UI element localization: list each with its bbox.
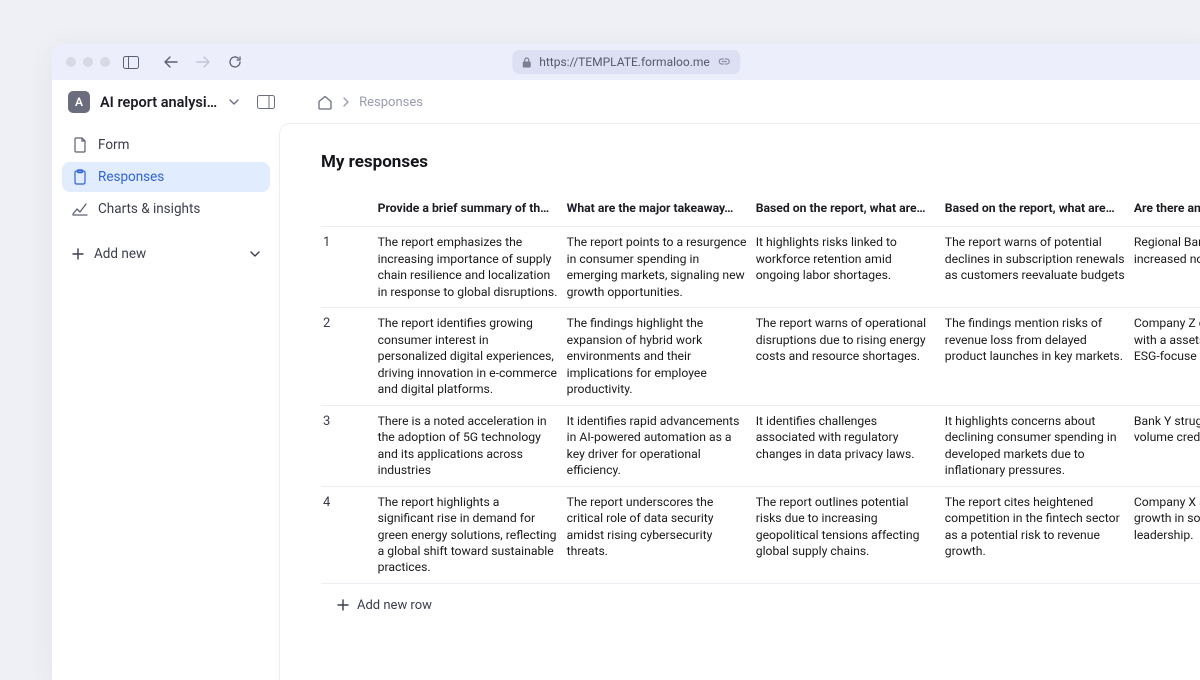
responses-table-wrap: Provide a brief summary of th… What are … bbox=[321, 190, 1200, 613]
back-icon[interactable] bbox=[162, 53, 180, 71]
table-row[interactable]: 1 The report emphasizes the increasing i… bbox=[321, 227, 1200, 308]
browser-window: https://TEMPLATE.formaloo.me A AI report… bbox=[52, 44, 1200, 680]
window-close-dot[interactable] bbox=[66, 57, 76, 67]
cell[interactable]: Company Z outper competitors with a asse… bbox=[1132, 308, 1200, 405]
cell[interactable]: The report emphasizes the increasing imp… bbox=[376, 227, 565, 308]
browser-nav bbox=[162, 53, 244, 71]
sidebar-toggle-icon[interactable] bbox=[122, 53, 140, 71]
plus-icon bbox=[72, 248, 84, 260]
browser-chrome: https://TEMPLATE.formaloo.me bbox=[52, 44, 1200, 80]
cell[interactable]: It highlights concerns about declining c… bbox=[943, 405, 1132, 486]
app-title: AI report analysi… bbox=[100, 94, 217, 111]
app-header: A AI report analysi… Responses bbox=[52, 80, 1200, 124]
table-row[interactable]: 3 There is a noted acceleration in the a… bbox=[321, 405, 1200, 486]
cell[interactable]: The report underscores the critical role… bbox=[565, 486, 754, 583]
app-body: A AI report analysi… Responses bbox=[52, 80, 1200, 680]
form-icon bbox=[72, 137, 88, 153]
panel-right-icon[interactable] bbox=[255, 93, 277, 111]
url-text: https://TEMPLATE.formaloo.me bbox=[539, 55, 710, 69]
cell[interactable]: It highlights risks linked to workforce … bbox=[754, 227, 943, 308]
sidebar: Form Responses Charts & insights bbox=[52, 124, 280, 680]
table-header-row: Provide a brief summary of th… What are … bbox=[321, 190, 1200, 227]
row-number: 3 bbox=[321, 405, 376, 486]
clipboard-icon bbox=[72, 169, 88, 185]
row-number: 4 bbox=[321, 486, 376, 583]
column-header[interactable]: Based on the report, what are… bbox=[754, 190, 943, 227]
link-icon bbox=[718, 56, 730, 68]
plus-icon bbox=[337, 599, 349, 611]
chevron-right-icon bbox=[343, 97, 349, 107]
table-row[interactable]: 4 The report highlights a significant ri… bbox=[321, 486, 1200, 583]
row-number: 1 bbox=[321, 227, 376, 308]
url-bar[interactable]: https://TEMPLATE.formaloo.me bbox=[512, 50, 740, 74]
main-panel: My responses Provide a brief summary of … bbox=[280, 124, 1200, 680]
chevron-down-icon[interactable] bbox=[229, 99, 239, 106]
window-min-dot[interactable] bbox=[83, 57, 93, 67]
cell[interactable]: The findings highlight the expansion of … bbox=[565, 308, 754, 405]
breadcrumb: Responses bbox=[317, 95, 423, 110]
table-row[interactable]: 2 The report identifies growing consumer… bbox=[321, 308, 1200, 405]
home-icon[interactable] bbox=[317, 95, 333, 110]
cell[interactable]: The findings mention risks of revenue lo… bbox=[943, 308, 1132, 405]
chart-icon bbox=[72, 201, 88, 217]
column-header[interactable]: Are there any finan… bbox=[1132, 190, 1200, 227]
cell[interactable]: Regional Bank A fa from increased nor lo… bbox=[1132, 227, 1200, 308]
sidebar-item-charts[interactable]: Charts & insights bbox=[62, 194, 270, 224]
add-row-button[interactable]: Add new row bbox=[321, 584, 1200, 613]
app-logo: A bbox=[68, 91, 90, 113]
window-controls bbox=[66, 57, 110, 67]
lock-icon bbox=[522, 57, 531, 68]
page-title: My responses bbox=[321, 152, 1200, 172]
cell[interactable]: The report warns of potential declines i… bbox=[943, 227, 1132, 308]
sidebar-add-label: Add new bbox=[94, 246, 146, 262]
window-max-dot[interactable] bbox=[100, 57, 110, 67]
sidebar-item-form[interactable]: Form bbox=[62, 130, 270, 160]
sidebar-add-new[interactable]: Add new bbox=[62, 236, 270, 272]
sidebar-item-label: Form bbox=[98, 137, 129, 153]
add-row-label: Add new row bbox=[357, 598, 432, 613]
cell[interactable]: The report identifies growing consumer i… bbox=[376, 308, 565, 405]
forward-icon[interactable] bbox=[194, 53, 212, 71]
sidebar-item-responses[interactable]: Responses bbox=[62, 162, 270, 192]
responses-table: Provide a brief summary of th… What are … bbox=[321, 190, 1200, 584]
cell[interactable]: The report highlights a significant rise… bbox=[376, 486, 565, 583]
breadcrumb-current: Responses bbox=[359, 95, 423, 110]
row-number: 2 bbox=[321, 308, 376, 405]
cell[interactable]: Company X achiev breaking growth in solu… bbox=[1132, 486, 1200, 583]
cell[interactable]: It identifies challenges associated with… bbox=[754, 405, 943, 486]
reload-icon[interactable] bbox=[226, 53, 244, 71]
cell[interactable]: It identifies rapid advancements in AI-p… bbox=[565, 405, 754, 486]
column-header[interactable]: Provide a brief summary of th… bbox=[376, 190, 565, 227]
chevron-down-icon bbox=[250, 251, 260, 258]
sidebar-item-label: Charts & insights bbox=[98, 201, 200, 217]
app-split: Form Responses Charts & insights bbox=[52, 124, 1200, 680]
column-header[interactable]: What are the major takeaway… bbox=[565, 190, 754, 227]
sidebar-item-label: Responses bbox=[98, 169, 164, 185]
column-header[interactable]: Based on the report, what are… bbox=[943, 190, 1132, 227]
cell[interactable]: The report points to a resurgence in con… bbox=[565, 227, 754, 308]
cell[interactable]: The report warns of operational disrupti… bbox=[754, 308, 943, 405]
cell[interactable]: There is a noted acceleration in the ado… bbox=[376, 405, 565, 486]
cell[interactable]: The report cites heightened competition … bbox=[943, 486, 1132, 583]
cell[interactable]: The report outlines potential risks due … bbox=[754, 486, 943, 583]
cell[interactable]: Bank Y struggled w origination volume cr… bbox=[1132, 405, 1200, 486]
